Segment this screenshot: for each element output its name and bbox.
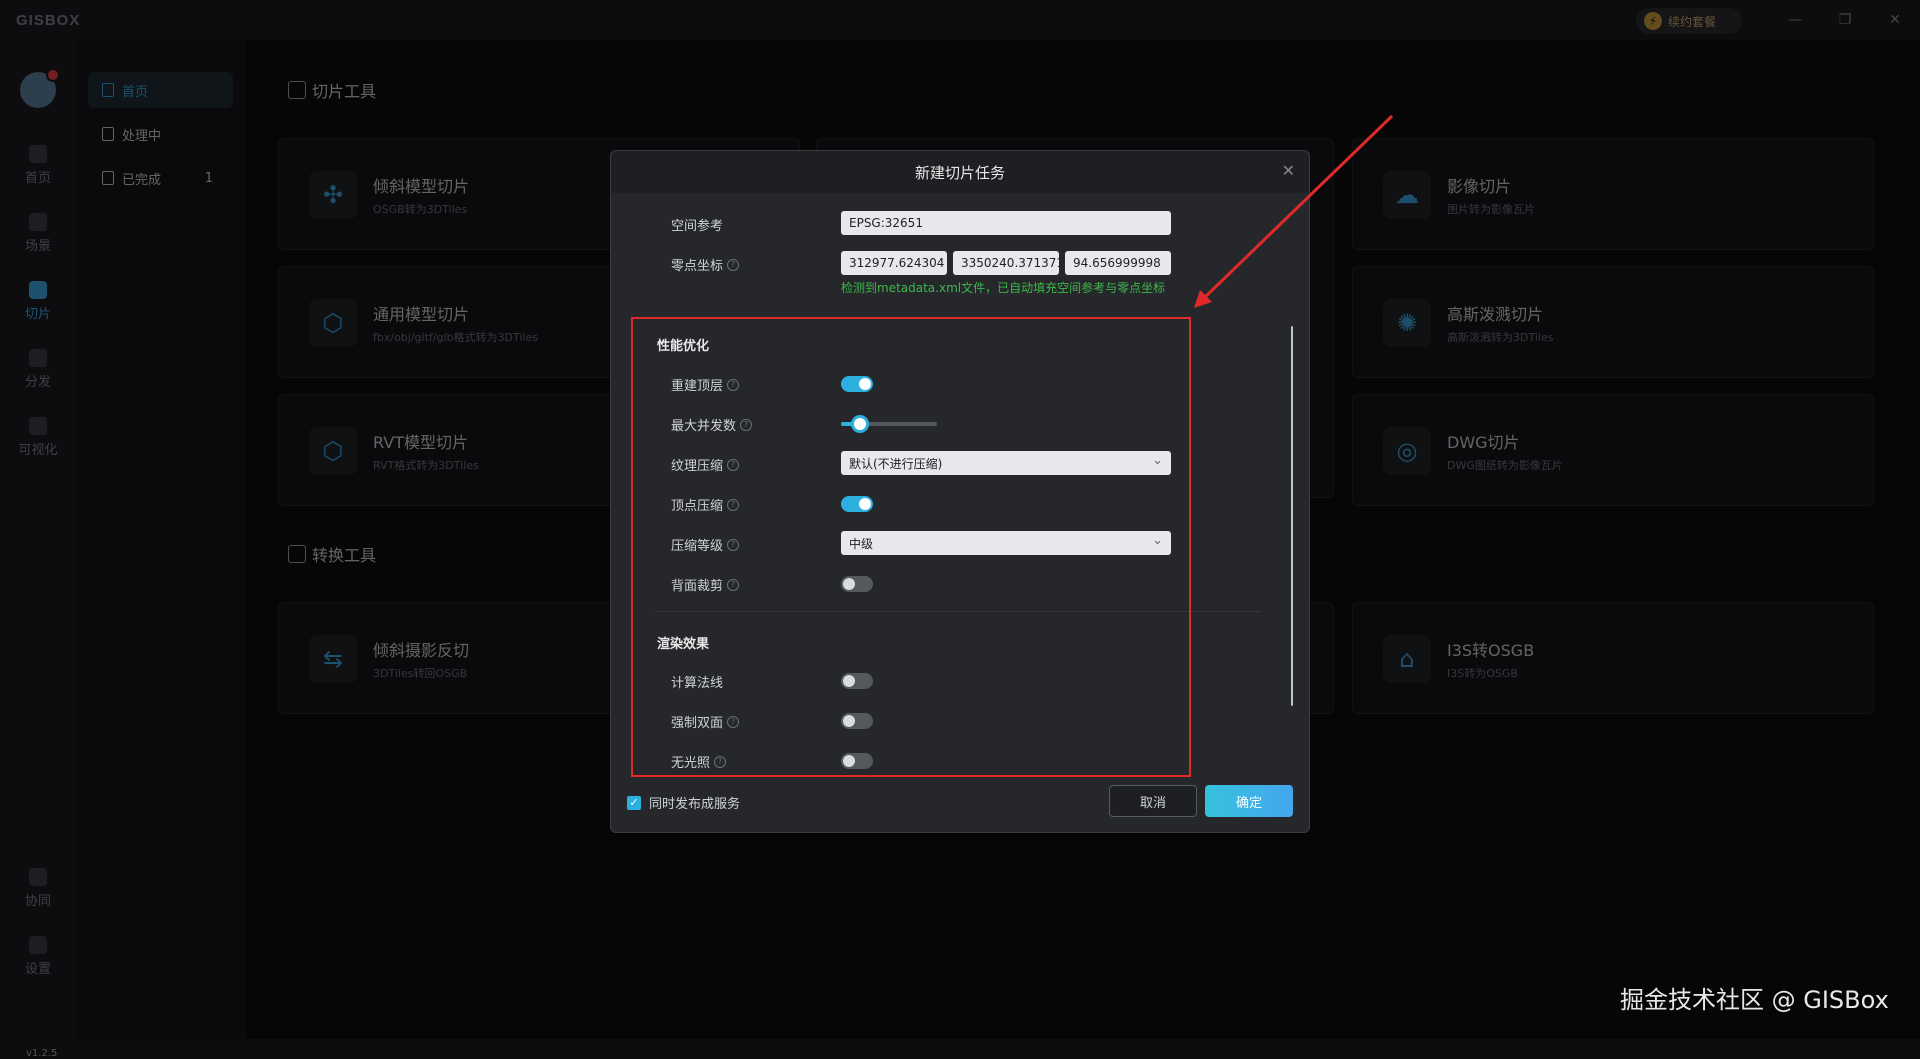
origin-y-input[interactable]: 3350240.371371 — [953, 251, 1059, 275]
highlight-box — [631, 317, 1191, 777]
publish-label: 同时发布成服务 — [649, 797, 741, 812]
help-icon[interactable]: ? — [727, 258, 740, 271]
publish-checkbox[interactable]: ✓ — [627, 795, 641, 810]
cancel-button[interactable]: 取消 — [1109, 785, 1197, 817]
label-text: 零点坐标 — [671, 259, 724, 274]
label-text: 空间参考 — [671, 219, 724, 234]
new-slice-task-dialog: 新建切片任务 ✕ 空间参考 EPSG:32651 零点坐标? 312977.62… — [610, 150, 1310, 833]
confirm-button[interactable]: 确定 — [1205, 785, 1293, 817]
origin-z-input[interactable]: 94.656999998 — [1065, 251, 1171, 275]
dialog-title: 新建切片任务 — [914, 163, 1005, 182]
watermark: 掘金技术社区 @ GISBox — [1620, 986, 1889, 1014]
origin-label: 零点坐标? — [671, 255, 740, 274]
publish-checkbox-row[interactable]: ✓ 同时发布成服务 — [627, 793, 740, 812]
origin-x-input[interactable]: 312977.624304 — [841, 251, 947, 275]
spatial-ref-input[interactable]: EPSG:32651 — [841, 211, 1171, 235]
dialog-close-icon[interactable]: ✕ — [1282, 161, 1295, 180]
version-label: v1.2.5 — [26, 1048, 58, 1059]
dialog-header: 新建切片任务 — [611, 151, 1309, 193]
dialog-scrollbar[interactable] — [1291, 326, 1293, 706]
auto-fill-hint: 检测到metadata.xml文件，已自动填充空间参考与零点坐标 — [841, 281, 1166, 295]
spatial-ref-label: 空间参考 — [671, 215, 723, 234]
